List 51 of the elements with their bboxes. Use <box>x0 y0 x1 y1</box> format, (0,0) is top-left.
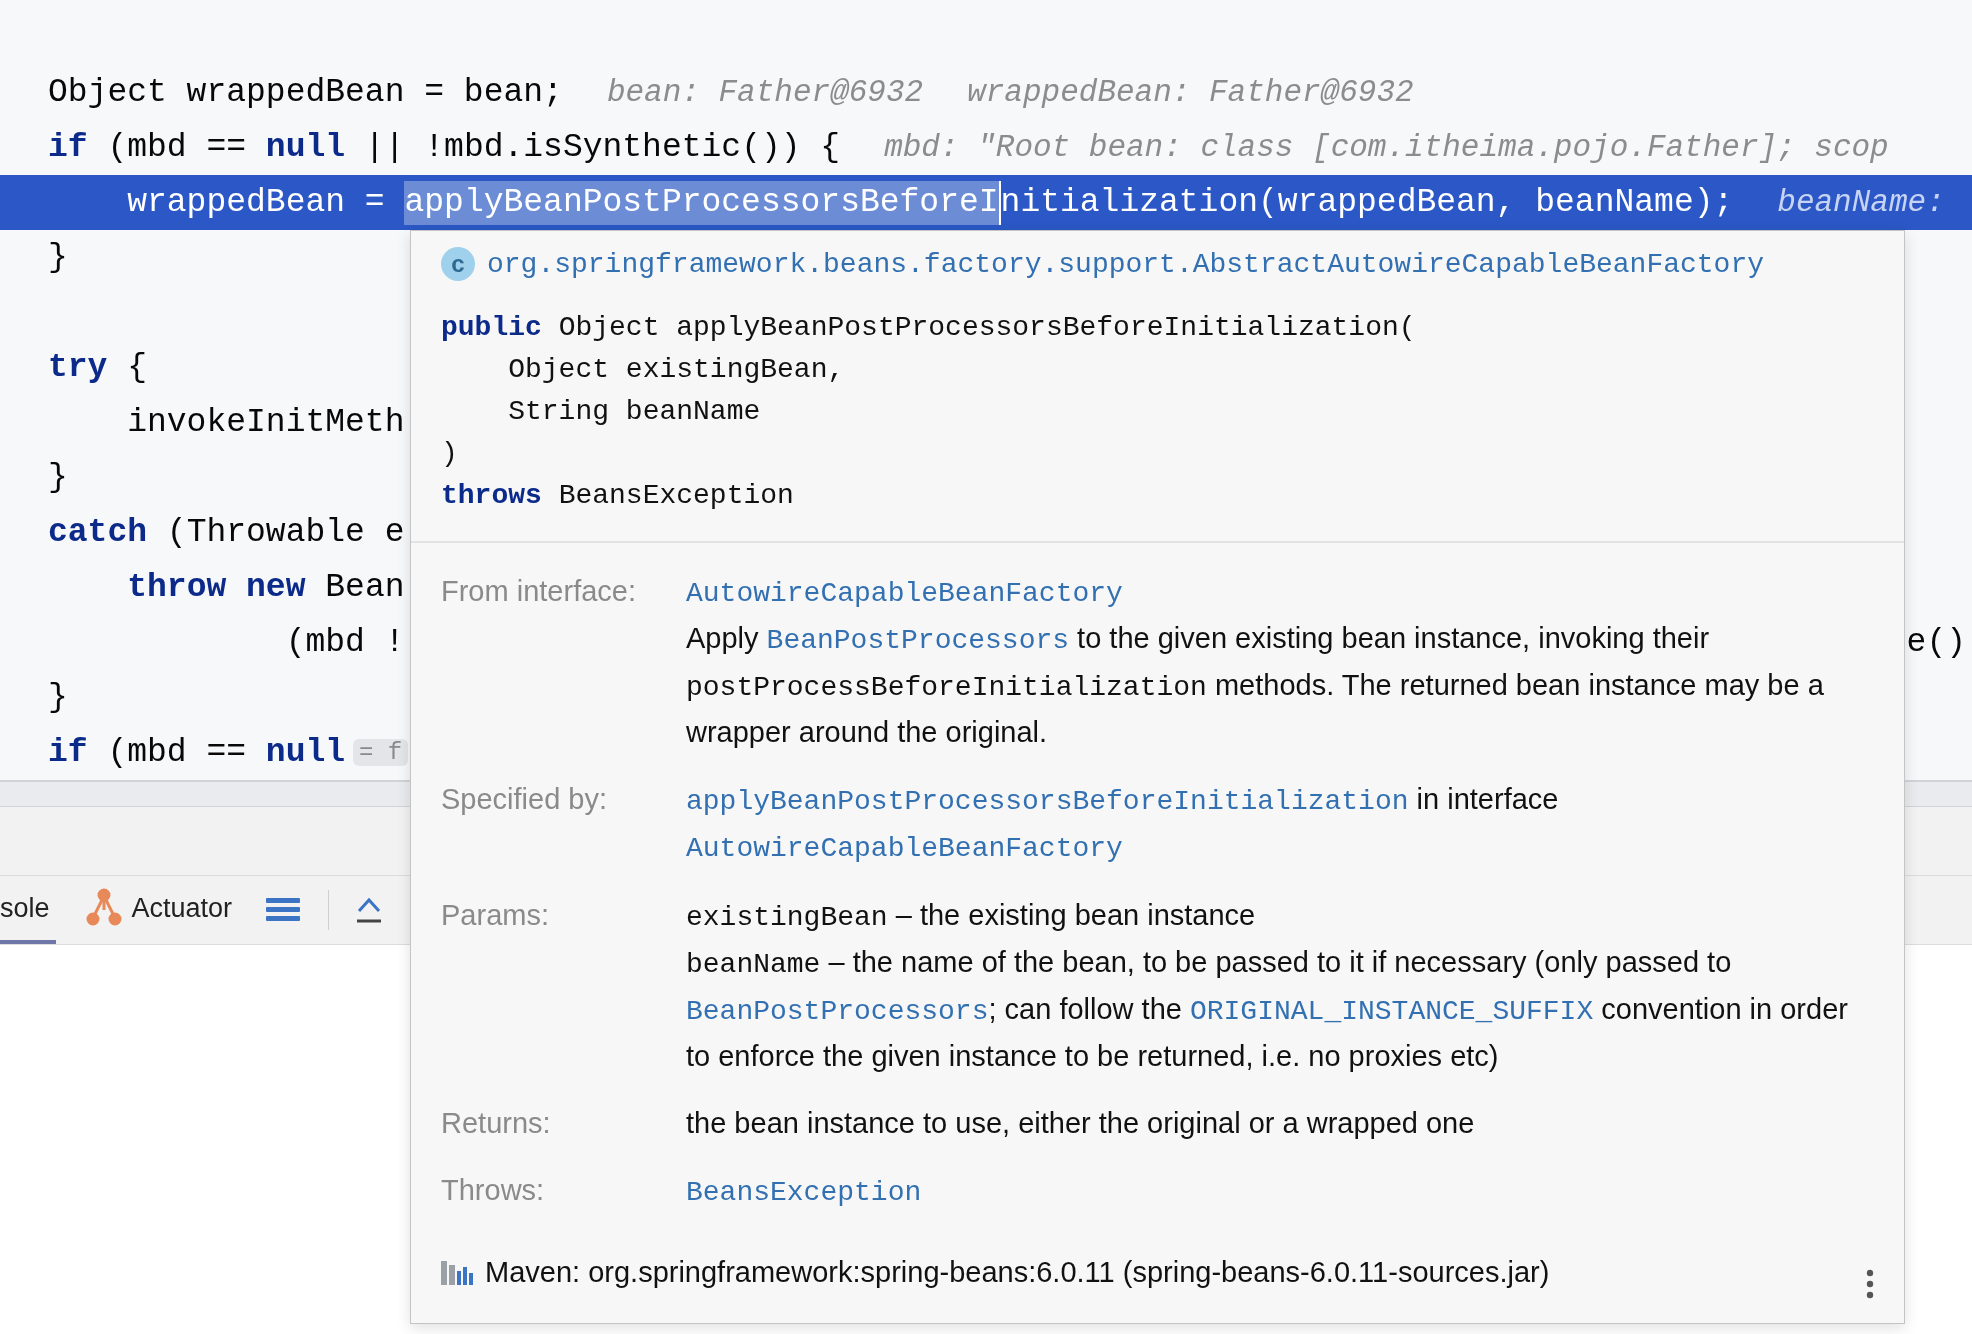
section-label: From interface: <box>441 574 637 609</box>
code-line: } <box>48 239 68 276</box>
code-line: invokeInitMeth <box>126 404 405 441</box>
signature-line: String beanName <box>507 395 762 429</box>
signature-line: Object existingBean, <box>507 353 846 387</box>
code-line: if (mbd == null || !mbd.isSynthetic()) { <box>48 129 841 166</box>
tool-window-tab[interactable]: sole <box>0 876 56 944</box>
doc-paragraph: the bean instance to use, either the original or a wrapped one <box>686 1106 1476 1141</box>
doc-link[interactable]: ORIGINAL_INSTANCE_SUFFIX <box>1189 996 1594 1027</box>
selected-text: applyBeanPostProcessorsBeforeI <box>404 180 999 225</box>
signature-line: ) <box>441 437 459 471</box>
section-label: Specified by: <box>441 782 609 817</box>
doc-paragraph: beanName – the name of the bean, to be passed to it if necessary (only passed to BeanPostProcessors; can follow the ORIGINAL_INSTANCE_SUFFIX convention in order to enforce the given instance to be returned, i.e. no proxies etc) <box>686 945 1849 1074</box>
code-line: if (mbd == null <box>48 734 346 771</box>
text-caret <box>998 180 1001 225</box>
signature-line: throws BeansException <box>441 479 795 513</box>
list-icon <box>266 896 301 924</box>
library-icon <box>441 1259 473 1285</box>
code-line: Object wrappedBean = bean; <box>48 74 563 111</box>
more-options-icon[interactable] <box>1866 1269 1874 1299</box>
doc-paragraph: applyBeanPostProcessorsBeforeInitialization in interface AutowireCapableBeanFactory <box>686 782 1560 866</box>
tool-window-tab[interactable]: Actuator <box>83 876 239 944</box>
code-text: nitialization(wrappedBean, beanName); <box>1000 182 1734 223</box>
doc-link[interactable]: BeanPostProcessors <box>686 996 989 1027</box>
debug-value-hint: mbd: "Root bean: class [com.itheima.pojo.Father]; scop <box>884 130 1889 165</box>
code-line: try { <box>48 349 148 386</box>
doc-link[interactable]: AutowireCapableBeanFactory <box>686 578 1123 609</box>
section-label: Params: <box>441 898 550 933</box>
code-line: (mbd ! <box>284 624 405 661</box>
signature-line: public Object applyBeanPostProcessorsBeforeInitialization( <box>441 311 1417 345</box>
code-line: } <box>48 679 68 716</box>
doc-paragraph: Apply BeanPostProcessors to the given existing bean instance, invoking their postProcessBeforeInitialization methods. The returned bean instance may be a wrapper around the original. <box>686 621 1825 750</box>
code-line: } <box>48 459 68 496</box>
inlay-hint: = f <box>353 739 409 766</box>
code-text: wrappedBean = <box>126 182 386 223</box>
class-icon: c <box>441 247 475 281</box>
debug-value-hint: wrappedBean: Father@6932 <box>967 75 1414 110</box>
debug-value-hint: bean: Father@6932 <box>606 75 924 110</box>
section-label: Throws: <box>441 1173 546 1208</box>
doc-link[interactable]: BeansException <box>686 1177 922 1208</box>
library-source: Maven: org.springframework:spring-beans:6.0.11 (spring-beans-6.0.11-sources.jar) <box>485 1255 1550 1289</box>
code-line: catch (Throwable e <box>48 514 405 551</box>
doc-link[interactable]: AutowireCapableBeanFactory <box>686 833 1123 864</box>
doc-paragraph: existingBean – the existing bean instance <box>686 898 1257 935</box>
section-label: Returns: <box>441 1106 552 1141</box>
debug-value-hint: beanName: <box>1777 185 1945 220</box>
code-line: e() <box>1906 624 1967 661</box>
code-line: throw new Bean <box>126 569 405 606</box>
class-link[interactable]: org.springframework.beans.factory.support.AbstractAutowireCapableBeanFactory <box>487 248 1764 280</box>
doc-link[interactable]: applyBeanPostProcessorsBeforeInitialization <box>686 786 1409 817</box>
doc-link[interactable]: BeanPostProcessors <box>766 625 1070 656</box>
